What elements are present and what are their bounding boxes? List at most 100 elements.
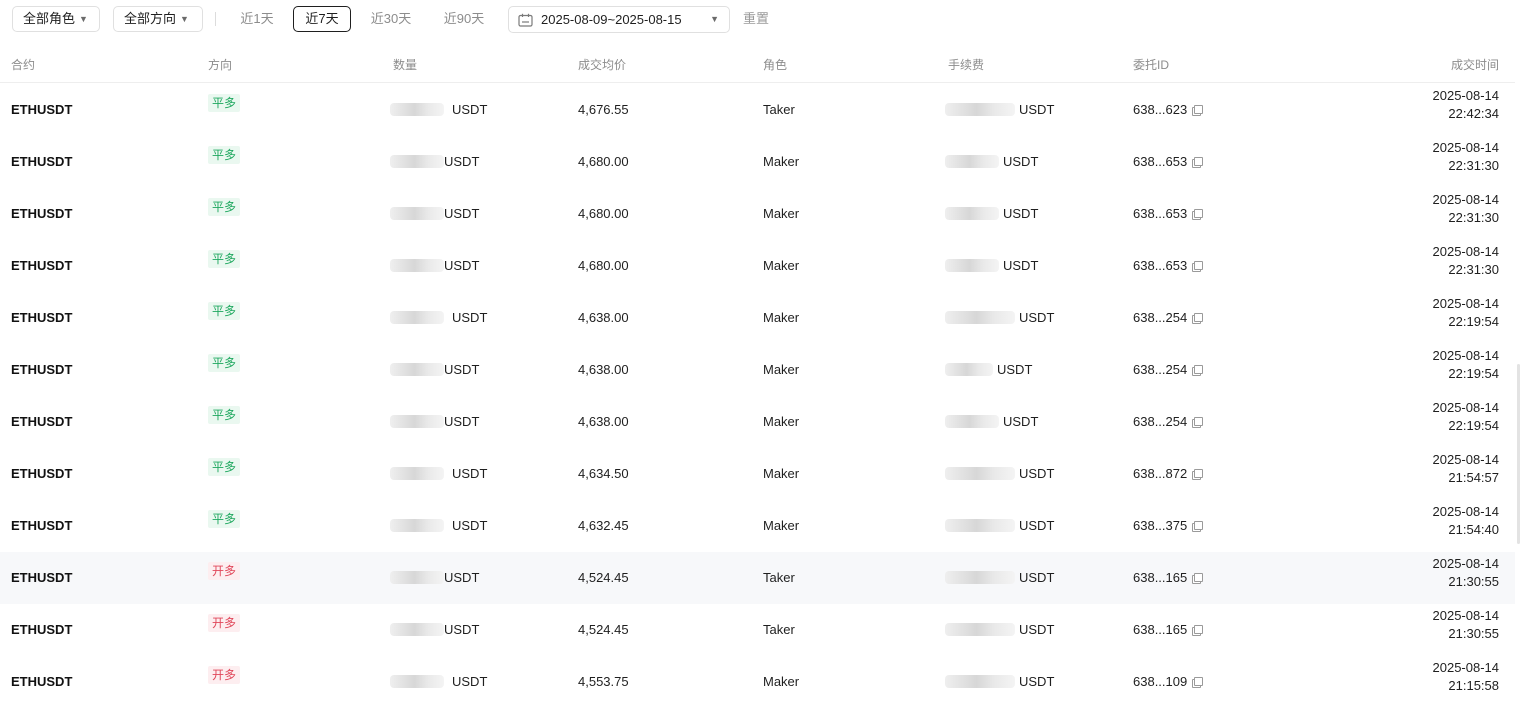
direction-filter-label: 全部方向 [124, 11, 177, 26]
quantity-cell: USDT [390, 206, 479, 221]
direction-badge: 平多 [208, 458, 241, 476]
quantity-cell: USDT [390, 310, 487, 325]
fee-cell: USDT [945, 310, 1054, 325]
direction-filter-dropdown[interactable]: 全部方向 ▼ [113, 6, 203, 32]
caret-down-icon: ▼ [710, 14, 719, 24]
fee-unit: USDT [1003, 414, 1039, 429]
quantity-unit: USDT [452, 102, 488, 117]
trade-date: 2025-08-14 [1432, 244, 1500, 259]
copy-icon[interactable] [1192, 105, 1204, 116]
order-id: 638...165 [1133, 622, 1188, 637]
trade-clock: 22:19:54 [1448, 314, 1499, 329]
date-range-picker[interactable]: 2025-08-09~2025-08-15 ▼ [508, 6, 730, 33]
column-header-direction: 方向 [208, 58, 233, 72]
fee-cell: USDT [945, 206, 1038, 221]
order-id-cell: 638...165 [1133, 570, 1204, 585]
fee-cell: USDT [945, 154, 1038, 169]
trade-date: 2025-08-14 [1432, 660, 1500, 675]
table-row[interactable]: ETHUSDT 开多 USDT 4,524.45 Taker USDT 638...165 2… [0, 552, 1515, 604]
order-id: 638...653 [1133, 206, 1188, 221]
contract-symbol: ETHUSDT [11, 518, 73, 533]
contract-symbol: ETHUSDT [11, 622, 73, 637]
quantity-cell: USDT [390, 362, 479, 377]
range-30d-button[interactable]: 近30天 [364, 6, 418, 32]
direction-badge: 平多 [208, 302, 241, 320]
table-row[interactable]: ETHUSDT 开多 USDT 4,524.45 Taker USDT 638...165 2… [0, 604, 1515, 656]
fee-cell: USDT [945, 466, 1054, 481]
copy-icon[interactable] [1192, 469, 1204, 480]
masked-quantity [390, 675, 444, 688]
masked-quantity [390, 259, 444, 272]
trade-clock: 21:30:55 [1448, 626, 1499, 641]
fee-unit: USDT [1003, 206, 1039, 221]
copy-icon[interactable] [1192, 521, 1204, 532]
trade-time: 2025-08-14 22:31:30 [1433, 191, 1500, 227]
role-cell: Maker [763, 310, 800, 325]
copy-icon[interactable] [1192, 417, 1204, 428]
masked-fee [945, 311, 1015, 324]
column-header-fee: 手续费 [948, 58, 985, 72]
copy-icon[interactable] [1192, 573, 1204, 584]
scrollbar-thumb[interactable] [1517, 364, 1520, 544]
table-row[interactable]: ETHUSDT 平多 USDT 4,638.00 Maker USDT 638...254 2… [0, 344, 1515, 396]
order-id-cell: 638...109 [1133, 674, 1204, 689]
trade-clock: 22:31:30 [1448, 262, 1499, 277]
fee-cell: USDT [945, 362, 1032, 377]
caret-down-icon: ▼ [180, 14, 189, 24]
range-7d-button[interactable]: 近7天 [293, 6, 351, 32]
direction-badge: 平多 [208, 146, 241, 164]
quantity-cell: USDT [390, 414, 479, 429]
trade-clock: 21:54:57 [1448, 470, 1499, 485]
copy-icon[interactable] [1192, 677, 1204, 688]
role-cell: Maker [763, 258, 800, 273]
table-row[interactable]: ETHUSDT 平多 USDT 4,638.00 Maker USDT 638...254 2… [0, 292, 1515, 344]
order-id: 638...254 [1133, 414, 1188, 429]
masked-quantity [390, 207, 444, 220]
fee-unit: USDT [1019, 518, 1055, 533]
trade-date: 2025-08-14 [1432, 88, 1500, 103]
trade-time: 2025-08-14 22:19:54 [1433, 295, 1500, 331]
table-row[interactable]: ETHUSDT 平多 USDT 4,676.55 Taker USDT 638...623 2… [0, 84, 1515, 136]
quantity-unit: USDT [444, 622, 480, 637]
masked-quantity [390, 519, 444, 532]
copy-icon[interactable] [1192, 209, 1204, 220]
table-row[interactable]: ETHUSDT 平多 USDT 4,638.00 Maker USDT 638...254 2… [0, 396, 1515, 448]
table-row[interactable]: ETHUSDT 平多 USDT 4,632.45 Maker USDT 638...375 2… [0, 500, 1515, 552]
role-filter-dropdown[interactable]: 全部角色 ▼ [12, 6, 100, 32]
avg-price-cell: 4,524.45 [578, 570, 629, 585]
fee-unit: USDT [1019, 570, 1055, 585]
copy-icon[interactable] [1192, 365, 1204, 376]
order-id: 638...653 [1133, 258, 1188, 273]
copy-icon[interactable] [1192, 625, 1204, 636]
avg-price-cell: 4,634.50 [578, 466, 629, 481]
date-range-value: 2025-08-09~2025-08-15 [541, 12, 682, 27]
trade-time: 2025-08-14 22:19:54 [1433, 399, 1500, 435]
table-row[interactable]: ETHUSDT 平多 USDT 4,634.50 Maker USDT 638...872 2… [0, 448, 1515, 500]
fee-unit: USDT [1003, 258, 1039, 273]
reset-button[interactable]: 重置 [743, 6, 769, 32]
table-row[interactable]: ETHUSDT 平多 USDT 4,680.00 Maker USDT 638...653 2… [0, 136, 1515, 188]
copy-icon[interactable] [1192, 261, 1204, 272]
order-id-cell: 638...623 [1133, 102, 1204, 117]
order-id: 638...254 [1133, 310, 1188, 325]
quantity-unit: USDT [452, 310, 488, 325]
table-row[interactable]: ETHUSDT 开多 USDT 4,553.75 Maker USDT 638...109 2… [0, 656, 1515, 708]
column-header-quantity: 数量 [393, 58, 418, 72]
fee-unit: USDT [1019, 622, 1055, 637]
quantity-cell: USDT [390, 570, 479, 585]
scrollbar[interactable] [1516, 84, 1521, 701]
copy-icon[interactable] [1192, 313, 1204, 324]
contract-symbol: ETHUSDT [11, 570, 73, 585]
range-90d-button[interactable]: 近90天 [437, 6, 491, 32]
order-id-cell: 638...254 [1133, 414, 1204, 429]
fee-unit: USDT [1019, 102, 1055, 117]
masked-quantity [390, 103, 444, 116]
fee-cell: USDT [945, 570, 1054, 585]
range-1d-button[interactable]: 近1天 [234, 6, 280, 32]
trade-date: 2025-08-14 [1432, 192, 1500, 207]
table-row[interactable]: ETHUSDT 平多 USDT 4,680.00 Maker USDT 638...653 2… [0, 188, 1515, 240]
order-id-cell: 638...653 [1133, 258, 1204, 273]
copy-icon[interactable] [1192, 157, 1204, 168]
table-row[interactable]: ETHUSDT 平多 USDT 4,680.00 Maker USDT 638...653 2… [0, 240, 1515, 292]
masked-fee [945, 259, 999, 272]
